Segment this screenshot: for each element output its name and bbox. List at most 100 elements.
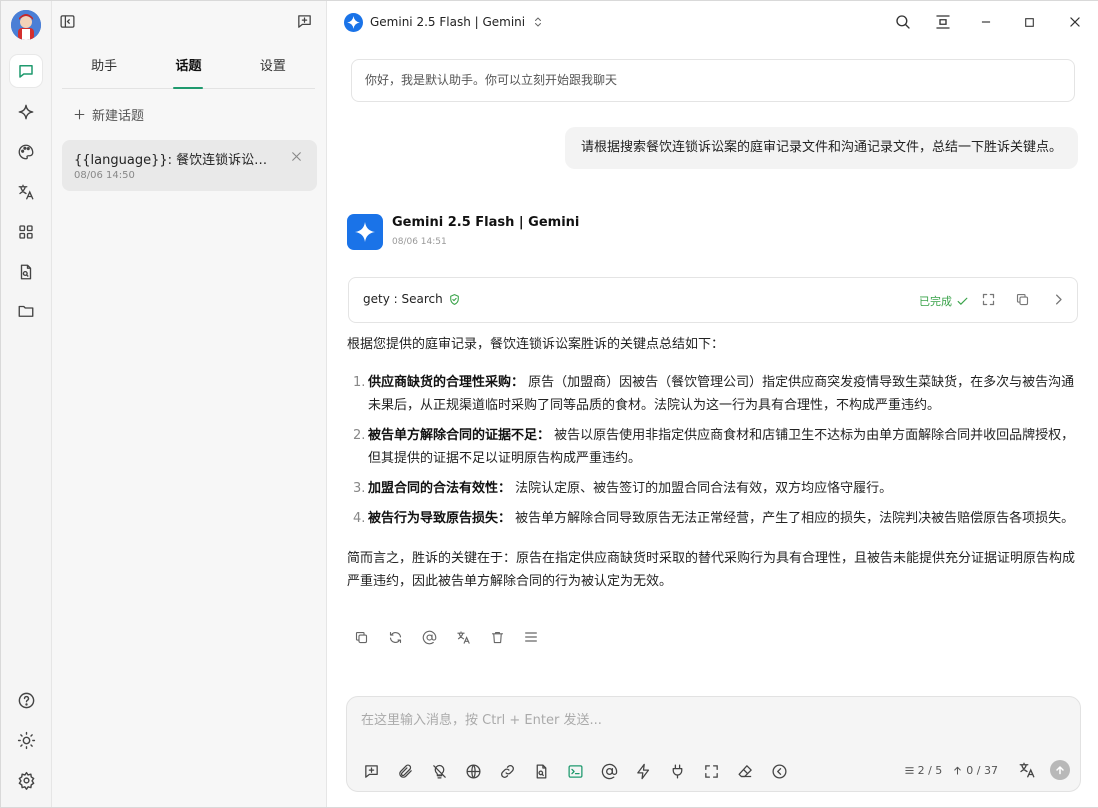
rail-settings-button[interactable] <box>10 764 42 796</box>
knowledge-base-button[interactable] <box>530 760 553 783</box>
copy-tool-button[interactable] <box>1015 292 1030 307</box>
list-item: 3. 加盟合同的合法有效性： 法院认定原、被告签订的加盟合同合法有效，双方均应恪守… <box>347 477 1081 500</box>
gear-icon <box>17 771 36 790</box>
chat-main: Gemini 2.5 Flash | Gemini 你好，我是默认助手。你可以立… <box>327 1 1098 807</box>
mention-button[interactable] <box>598 760 621 783</box>
globe-icon <box>465 763 482 780</box>
tool-call-card[interactable]: gety : Search 已完成 <box>348 277 1078 323</box>
clear-context-button[interactable] <box>666 760 689 783</box>
close-window-button[interactable] <box>1062 9 1088 35</box>
left-rail <box>1 1 52 807</box>
rail-agents-button[interactable] <box>10 96 42 128</box>
list-item-text: 法院认定原、被告签订的加盟合同合法有效，双方均应恪守履行。 <box>515 481 893 496</box>
chat-bubble-icon <box>17 62 35 80</box>
rail-apps-button[interactable] <box>10 216 42 248</box>
new-topic-icon-button[interactable] <box>296 13 313 30</box>
maximize-icon <box>1023 16 1036 29</box>
model-selector[interactable]: Gemini 2.5 Flash | Gemini <box>344 12 544 32</box>
collapse-toolbar-button[interactable] <box>768 760 791 783</box>
token-count-value: 0 / 37 <box>966 763 998 777</box>
assistant-message-content: 根据您提供的庭审记录，餐饮连锁诉讼案胜诉的关键点总结如下： 1. 供应商缺货的合理… <box>347 333 1081 593</box>
translate-icon <box>456 630 471 645</box>
eraser-icon <box>737 763 754 780</box>
clear-input-button[interactable] <box>734 760 757 783</box>
toggle-sidebar-button[interactable] <box>59 13 76 30</box>
expand-input-button[interactable] <box>700 760 723 783</box>
new-topic-button[interactable]: 新建话题 <box>73 102 144 126</box>
composer-toolbar <box>360 760 791 783</box>
token-count: 0 / 37 <box>952 764 998 777</box>
layout-button[interactable] <box>930 9 956 35</box>
tab-topics[interactable]: 话题 <box>146 43 230 89</box>
tab-settings[interactable]: 设置 <box>231 43 315 88</box>
expand-tool-button[interactable] <box>981 292 996 307</box>
list-item-title: 供应商缺货的合理性采购： <box>368 375 525 390</box>
topic-delete-button[interactable] <box>290 150 303 163</box>
panel-toolbar <box>52 1 327 43</box>
translate-input-button[interactable] <box>1018 761 1036 779</box>
refresh-icon <box>388 630 403 645</box>
composer-status: 2 / 5 0 / 37 <box>904 760 1070 780</box>
rail-paint-button[interactable] <box>10 136 42 168</box>
regenerate-button[interactable] <box>385 627 405 647</box>
minimize-button[interactable] <box>973 9 999 35</box>
new-topic-label: 新建话题 <box>92 108 145 124</box>
at-sign-icon <box>422 630 437 645</box>
context-count-value: 2 / 5 <box>917 763 943 777</box>
rail-translate-button[interactable] <box>10 176 42 208</box>
rail-folder-button[interactable] <box>10 295 42 327</box>
copy-message-button[interactable] <box>351 627 371 647</box>
gemini-logo-icon <box>353 220 377 244</box>
collapse-tool-button[interactable] <box>1051 292 1066 307</box>
app-window: 助手 话题 设置 新建话题 {{language}}: 餐饮连锁诉讼案胜诉关键点… <box>0 0 1098 808</box>
answer-intro: 根据您提供的庭审记录，餐饮连锁诉讼案胜诉的关键点总结如下： <box>347 337 725 352</box>
layout-icon <box>934 13 952 31</box>
rail-help-button[interactable] <box>10 684 42 716</box>
rail-theme-button[interactable] <box>10 724 42 756</box>
list-item-title: 被告行为导致原告损失： <box>368 511 512 526</box>
rail-chat-button[interactable] <box>10 55 42 87</box>
grid-icon <box>17 223 35 241</box>
lightbulb-off-icon <box>431 763 448 780</box>
reasoning-button[interactable] <box>428 760 451 783</box>
tab-assistant[interactable]: 助手 <box>62 43 146 88</box>
user-message: 请根据搜索餐饮连锁诉讼案的庭审记录文件和沟通记录文件，总结一下胜诉关键点。 <box>564 127 1078 169</box>
mention-model-button[interactable] <box>419 627 439 647</box>
menu-icon <box>904 765 915 776</box>
delete-message-button[interactable] <box>487 627 507 647</box>
send-button[interactable] <box>1050 760 1070 780</box>
arrow-up-icon <box>952 765 963 776</box>
translate-message-button[interactable] <box>453 627 473 647</box>
close-icon <box>1068 15 1082 29</box>
more-menu-button[interactable] <box>521 627 541 647</box>
sidebar-toggle-icon <box>59 13 76 30</box>
mcp-tools-button[interactable] <box>564 760 587 783</box>
web-search-button[interactable] <box>462 760 485 783</box>
link-icon <box>499 763 516 780</box>
list-item-title: 被告单方解除合同的证据不足： <box>368 428 551 443</box>
search-button[interactable] <box>890 9 916 35</box>
tool-name: gety : Search <box>363 292 461 306</box>
url-context-button[interactable] <box>496 760 519 783</box>
attach-button[interactable] <box>394 760 417 783</box>
maximize-button[interactable] <box>1016 9 1042 35</box>
top-bar: Gemini 2.5 Flash | Gemini <box>327 1 1098 43</box>
copy-icon <box>1015 292 1030 307</box>
sun-icon <box>17 731 36 750</box>
gemini-logo-icon <box>344 12 363 32</box>
model-label: Gemini 2.5 Flash | Gemini <box>370 15 526 29</box>
greeting-message: 你好，我是默认助手。你可以立刻开始跟我聊天 <box>351 59 1075 102</box>
quick-phrases-button[interactable] <box>632 760 655 783</box>
trash-icon <box>490 630 505 645</box>
paperclip-icon <box>397 763 414 780</box>
list-number: 3. <box>353 481 366 496</box>
message-input[interactable] <box>361 709 1061 731</box>
avatar[interactable] <box>11 10 41 40</box>
new-topic-tool-button[interactable] <box>360 760 383 783</box>
list-item: 1. 供应商缺货的合理性采购： 原告（加盟商）因被告（餐饮管理公司）指定供应商突发… <box>347 371 1081 417</box>
list-number: 4. <box>353 511 366 526</box>
rail-files-button[interactable] <box>10 256 42 288</box>
check-icon <box>956 295 969 308</box>
help-icon <box>17 691 36 710</box>
topic-list-item[interactable]: {{language}}: 餐饮连锁诉讼案胜诉关键点 08/06 14:50 <box>62 140 317 191</box>
